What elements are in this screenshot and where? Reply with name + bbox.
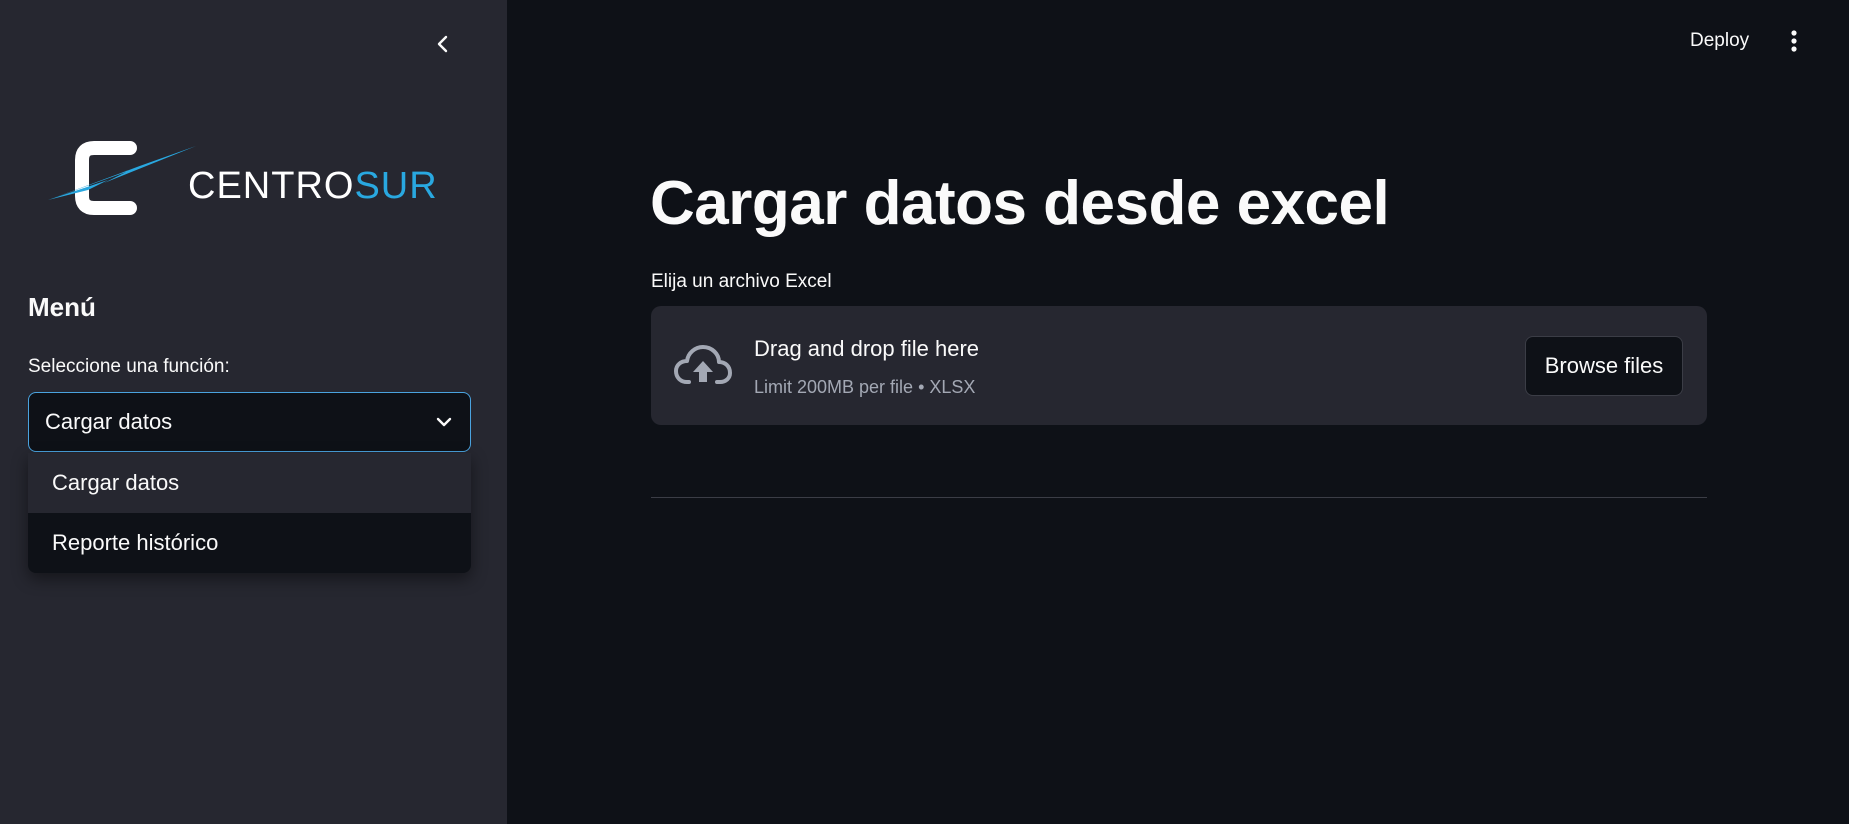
main-menu-button[interactable] xyxy=(1778,24,1810,58)
dropzone-limit: Limit 200MB per file • XLSX xyxy=(754,377,976,397)
menu-title: Menú xyxy=(28,292,96,322)
select-label: Seleccione una función: xyxy=(28,356,230,377)
file-dropzone[interactable]: Drag and drop file here Limit 200MB per … xyxy=(651,306,1707,425)
uploader-label: Elija un archivo Excel xyxy=(651,271,832,292)
chevron-down-icon xyxy=(434,412,454,432)
divider xyxy=(651,497,1707,498)
page-title: Cargar datos desde excel xyxy=(650,169,1390,238)
vertical-dots-icon xyxy=(1791,30,1797,52)
browse-files-button[interactable]: Browse files xyxy=(1525,336,1683,396)
deploy-button[interactable]: Deploy xyxy=(1680,24,1759,58)
collapse-sidebar-button[interactable] xyxy=(425,26,461,62)
option-reporte-historico[interactable]: Reporte histórico xyxy=(28,513,471,573)
sidebar: CENTROSUR Menú Seleccione una función: C… xyxy=(0,0,507,824)
select-dropdown: Cargar datos Reporte histórico xyxy=(28,453,471,573)
chevron-left-icon xyxy=(437,35,448,53)
option-cargar-datos[interactable]: Cargar datos xyxy=(28,453,471,513)
cloud-upload-icon xyxy=(673,342,733,390)
dropzone-instructions: Drag and drop file here xyxy=(754,336,980,361)
centrosur-logo: CENTROSUR xyxy=(48,128,458,228)
svg-text:CENTROSUR: CENTROSUR xyxy=(188,165,438,207)
function-select[interactable]: Cargar datos xyxy=(28,392,471,452)
select-value: Cargar datos xyxy=(45,409,173,434)
